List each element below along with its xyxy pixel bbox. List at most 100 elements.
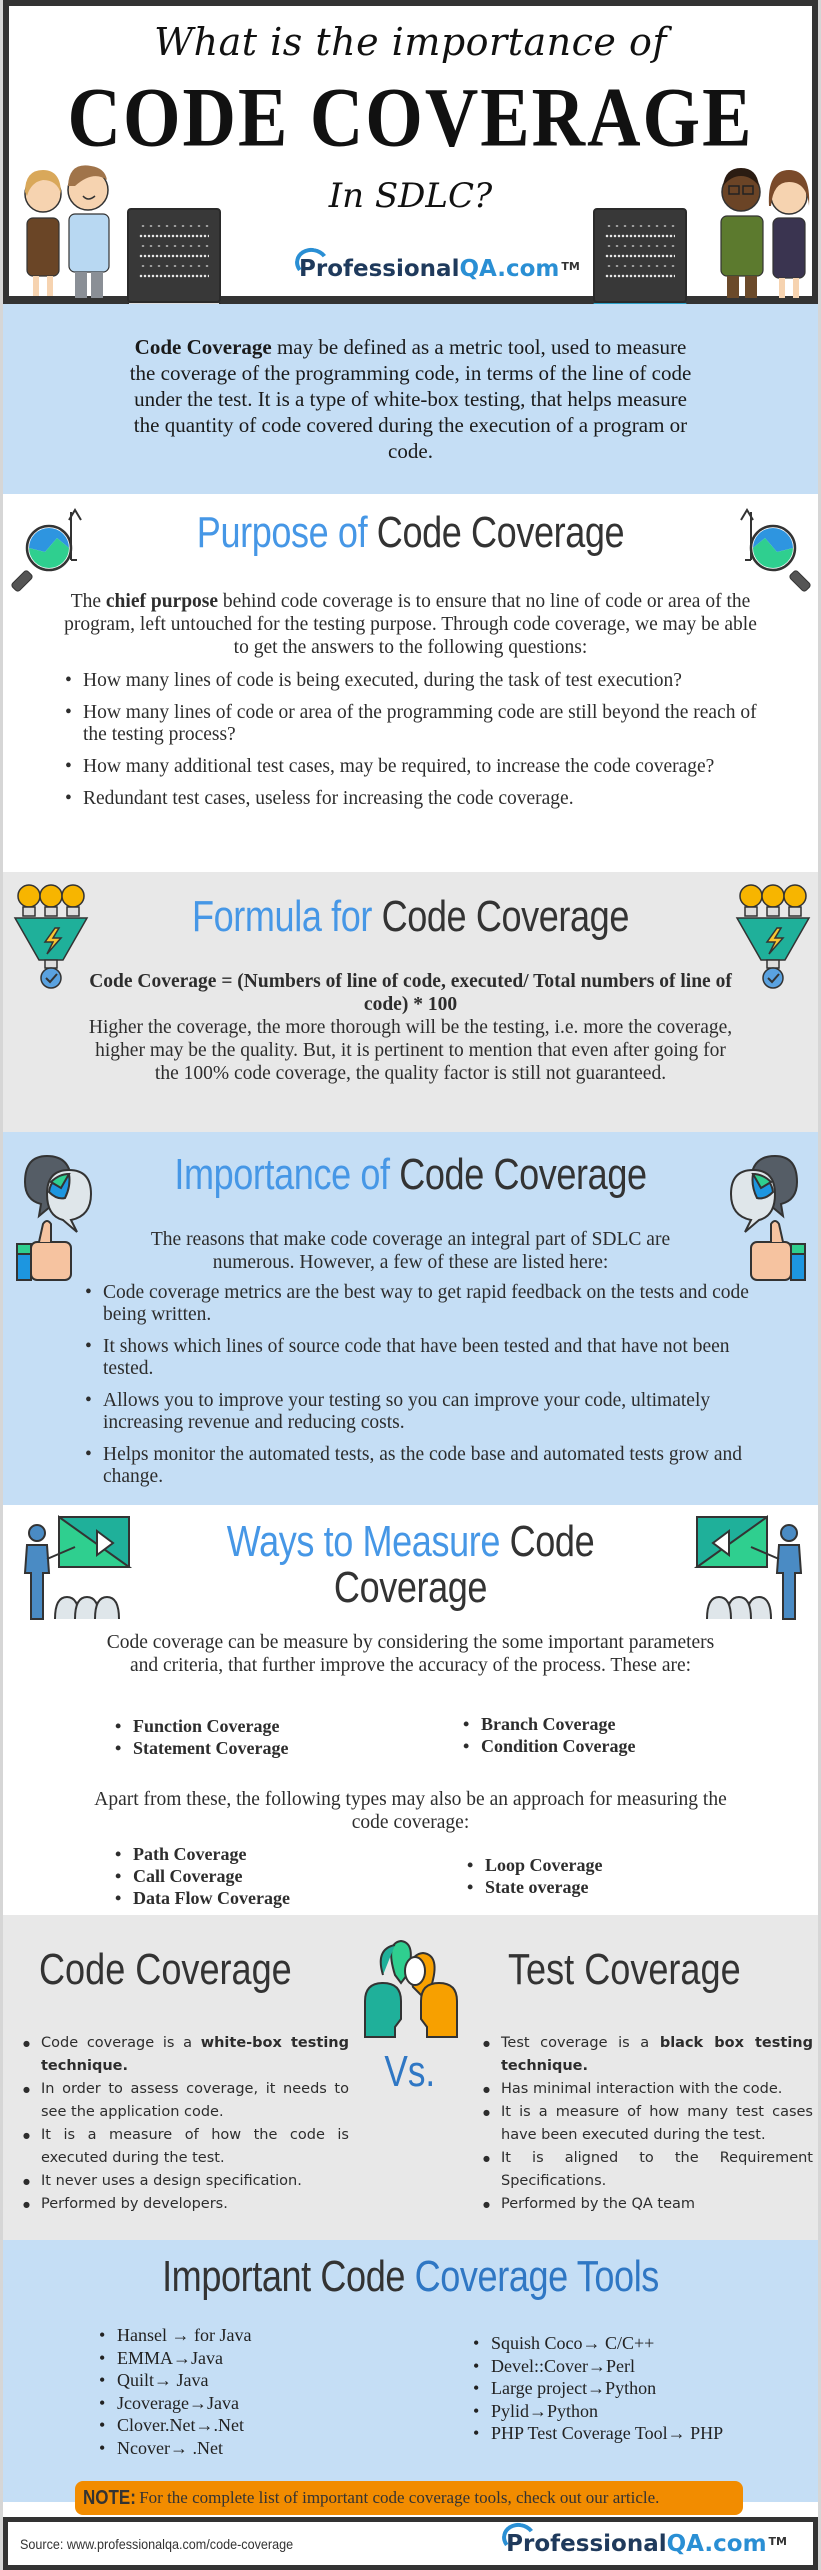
tools-list-left: Hansel → for Java EMMA→Java Quilt→ Java … xyxy=(97,2324,251,2459)
item-text: It is aligned to the Requirement Specifi… xyxy=(501,2150,813,2189)
people-illustration-left-icon xyxy=(24,165,110,298)
list-item: Large project→Python xyxy=(471,2377,723,2400)
note-banner[interactable]: NOTE: For the complete list of important… xyxy=(75,2481,743,2515)
list-item: EMMA→Java xyxy=(97,2347,251,2370)
comparison-section: Code Coverage Test Coverage Vs. Code cov… xyxy=(3,1915,818,2240)
heading-accent: Ways to Measure xyxy=(226,1517,501,1566)
ways-heading: Ways to Measure Code Coverage xyxy=(76,1519,744,1611)
heading-rest: Code xyxy=(499,1517,595,1566)
heading-rest: Code Coverage xyxy=(389,1150,647,1199)
list-item: Hansel → for Java xyxy=(97,2324,251,2347)
list-item: It is aligned to the Requirement Specifi… xyxy=(477,2147,813,2193)
heading-line2: Coverage xyxy=(333,1563,488,1612)
note-text: For the complete list of important code … xyxy=(139,2488,660,2507)
list-item: Allows you to improve your testing so yo… xyxy=(83,1390,763,1434)
definition-term: Code Coverage xyxy=(134,335,272,359)
list-item: It shows which lines of source code that… xyxy=(83,1336,763,1380)
item-text: It is a measure of how many test cases h… xyxy=(501,2104,813,2143)
versus-label: Vs. xyxy=(384,2047,436,2096)
list-item: Ncover→ .Net xyxy=(97,2437,251,2460)
list-item: PHP Test Coverage Tool→ PHP xyxy=(471,2422,723,2445)
list-item: How many additional test cases, may be r… xyxy=(63,756,783,778)
primary-types-left: Function Coverage Statement Coverage xyxy=(113,1715,288,1759)
tools-list-right: Squish Coco→ C/C++ Devel::Cover→Perl Lar… xyxy=(471,2332,723,2445)
list-item: It is a measure of how many test cases h… xyxy=(477,2101,813,2147)
formula-body: Code Coverage = (Numbers of line of code… xyxy=(83,970,738,1085)
list-item: Has minimal interaction with the code. xyxy=(477,2078,813,2101)
extra-types-right: Loop Coverage State overage xyxy=(465,1854,602,1898)
idea-funnel-icon xyxy=(735,884,811,989)
item-text: Performed by the QA team xyxy=(501,2196,696,2212)
formula-equation: Code Coverage = (Numbers of line of code… xyxy=(89,971,732,1015)
importance-heading: Importance of Code Coverage xyxy=(76,1150,744,1200)
list-item: Jcoverage→Java xyxy=(97,2392,251,2415)
list-item: Helps monitor the automated tests, as th… xyxy=(83,1444,763,1488)
list-item: Redundant test cases, useless for increa… xyxy=(63,788,783,810)
list-item: Loop Coverage xyxy=(465,1854,602,1876)
list-item: How many lines of code or area of the pr… xyxy=(63,702,783,746)
list-item: It never uses a design specification. xyxy=(17,2170,349,2193)
lead-pre: The xyxy=(70,591,106,612)
formula-heading: Formula for Code Coverage xyxy=(76,892,744,942)
list-item: Test coverage is a black box testing tec… xyxy=(477,2032,813,2078)
brand-logo[interactable]: Professional QA.com TM xyxy=(292,245,580,282)
list-item: How many lines of code is being executed… xyxy=(63,670,783,692)
ways-lead: Code coverage can be measure by consider… xyxy=(106,1632,715,1676)
list-item: Clover.Net→.Net xyxy=(97,2414,251,2437)
list-item: Function Coverage xyxy=(113,1715,288,1737)
ways-after-text: Apart from these, the following types ma… xyxy=(94,1789,727,1833)
purpose-lead: The chief purpose behind code coverage i… xyxy=(58,590,763,659)
list-item: It is a measure of how the code is execu… xyxy=(17,2124,349,2170)
logo-tm: TM xyxy=(561,260,580,273)
infographic: What is the importance of CODE COVERAGE … xyxy=(0,0,821,2570)
footer: Source: www.professionalqa.com/code-cove… xyxy=(3,2517,818,2570)
test-coverage-list: Test coverage is a black box testing tec… xyxy=(477,2032,813,2216)
list-item: Statement Coverage xyxy=(113,1737,288,1759)
purpose-section: Purpose of Code Coverage The chief purpo… xyxy=(3,494,818,872)
formula-explanation: Higher the coverage, the more thorough w… xyxy=(88,1017,733,1084)
list-item: Branch Coverage xyxy=(461,1713,636,1735)
item-text: Code coverage is a xyxy=(41,2035,201,2051)
list-item: Call Coverage xyxy=(113,1865,290,1887)
heading-accent: Importance of xyxy=(174,1150,390,1199)
test-coverage-title: Test Coverage xyxy=(508,1945,741,1994)
list-item: Condition Coverage xyxy=(461,1735,636,1757)
logo-tm: TM xyxy=(768,2534,787,2548)
code-coverage-title: Code Coverage xyxy=(39,1945,292,1994)
item-text: In order to assess coverage, it needs to… xyxy=(41,2081,349,2120)
purpose-heading: Purpose of Code Coverage xyxy=(76,508,744,558)
logo-accent: QA.com xyxy=(666,2530,767,2557)
definition-section: Code Coverage may be defined as a metric… xyxy=(3,304,818,494)
heading-accent: Formula for xyxy=(192,892,372,941)
hero-subtitle: What is the importance of xyxy=(154,20,667,64)
definition-text: Code Coverage may be defined as a metric… xyxy=(121,334,701,464)
item-text: Performed by developers. xyxy=(41,2196,228,2212)
item-text: It never uses a design specification. xyxy=(41,2173,302,2189)
extra-types-left: Path Coverage Call Coverage Data Flow Co… xyxy=(113,1843,290,1909)
heading-rest: Code Coverage xyxy=(371,892,630,941)
tools-heading: Important Code Coverage Tools xyxy=(76,2252,744,2302)
code-coverage-list: Code coverage is a white-box testing tec… xyxy=(17,2032,349,2216)
ways-section: Ways to Measure Code Coverage Code covera… xyxy=(3,1505,818,1915)
list-item: Devel::Cover→Perl xyxy=(471,2355,723,2378)
list-item: Performed by the QA team xyxy=(477,2193,813,2216)
primary-types-right: Branch Coverage Condition Coverage xyxy=(461,1713,636,1757)
source-link[interactable]: Source: www.professionalqa.com/code-cove… xyxy=(20,2536,293,2552)
list-item: State overage xyxy=(465,1876,602,1898)
note-label: NOTE: xyxy=(83,2486,136,2509)
item-text: Has minimal interaction with the code. xyxy=(501,2081,783,2097)
list-item: Data Flow Coverage xyxy=(113,1887,290,1909)
hero-title: CODE COVERAGE xyxy=(67,70,754,166)
tools-section: Important Code Coverage Tools Hansel → f… xyxy=(3,2240,818,2502)
heading-rest: Important Code xyxy=(162,2252,415,2301)
importance-lead: The reasons that make code coverage an i… xyxy=(150,1229,671,1273)
formula-section: Formula for Code Coverage Code Coverage … xyxy=(3,872,818,1132)
heading-accent: Coverage Tools xyxy=(414,2252,660,2301)
list-item: Path Coverage xyxy=(113,1843,290,1865)
footer-brand-logo[interactable]: Professional QA.com TM xyxy=(499,2519,787,2557)
lead-bold: chief purpose xyxy=(105,591,219,612)
hero-header: What is the importance of CODE COVERAGE … xyxy=(3,0,818,339)
people-illustration-right-icon xyxy=(720,168,810,298)
importance-list: Code coverage metrics are the best way t… xyxy=(83,1282,763,1498)
list-item: Code coverage metrics are the best way t… xyxy=(83,1282,763,1326)
